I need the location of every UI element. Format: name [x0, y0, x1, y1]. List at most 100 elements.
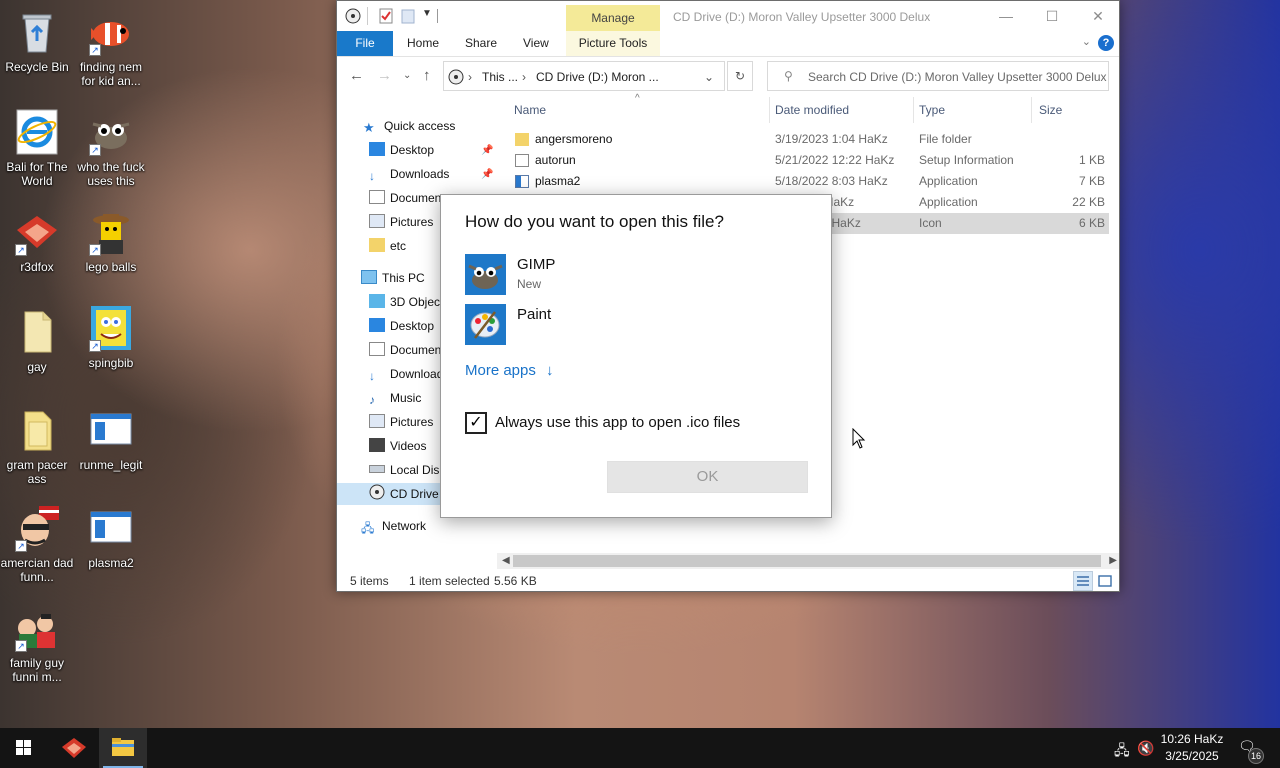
- refresh-button[interactable]: ↻: [727, 61, 753, 91]
- desktop-icon-gram-pacer[interactable]: gram pacer ass: [0, 406, 74, 486]
- horizontal-scrollbar[interactable]: ◀ ▶: [497, 553, 1119, 569]
- nav-pc-videos[interactable]: Videos: [369, 435, 426, 457]
- separator: [367, 7, 368, 25]
- up-arrow-icon[interactable]: ↑: [423, 67, 431, 84]
- nav-label: Videos: [390, 439, 427, 453]
- file-row-autorun[interactable]: autorun 5/21/2022 12:22 HaKz Setup Infor…: [505, 150, 1109, 171]
- notification-count-badge: 16: [1248, 748, 1264, 764]
- nav-pc-local-disk[interactable]: Local Disk: [369, 459, 445, 481]
- desktop-icon-gay[interactable]: gay: [0, 308, 74, 374]
- taskbar-r3dfox[interactable]: [50, 728, 98, 768]
- nav-pc-pictures[interactable]: Pictures: [369, 411, 433, 433]
- column-header-type[interactable]: Type: [919, 103, 945, 117]
- system-clock[interactable]: 10:26 HaKz 3/25/2025: [1160, 731, 1224, 765]
- expand-ribbon-chevron-icon[interactable]: ⌄: [1082, 35, 1091, 48]
- scroll-left-arrow-icon[interactable]: ◀: [502, 553, 510, 569]
- nav-pc-desktop[interactable]: Desktop: [369, 315, 434, 337]
- nav-qa-etc[interactable]: etc: [369, 235, 406, 257]
- folder-icon: [369, 238, 385, 252]
- tab-picture-tools[interactable]: Picture Tools: [566, 31, 660, 56]
- tab-home[interactable]: Home: [397, 31, 449, 56]
- minimize-button[interactable]: —: [983, 1, 1029, 31]
- volume-muted-icon[interactable]: 🔇: [1137, 740, 1154, 757]
- tab-file[interactable]: File: [337, 31, 393, 56]
- always-use-checkbox[interactable]: ✓: [465, 412, 487, 434]
- address-dropdown-chevron-icon[interactable]: ⌄: [704, 70, 714, 84]
- cd-drive-icon: [369, 484, 385, 500]
- app-option-paint[interactable]: Paint: [465, 304, 805, 346]
- nav-pc-downloads[interactable]: ↓ Download: [369, 363, 443, 385]
- nav-qa-pictures[interactable]: Pictures: [369, 211, 433, 233]
- scroll-right-arrow-icon[interactable]: ▶: [1109, 553, 1117, 569]
- desktop-icon-who-uses-this[interactable]: ↗ who the fuck uses this: [74, 108, 148, 188]
- desktop-icon-family-guy[interactable]: ↗ family guy funni m...: [0, 604, 74, 684]
- dialog-title: How do you want to open this file?: [465, 212, 724, 231]
- properties-icon[interactable]: [378, 8, 394, 24]
- desktop-icon-finding-nem[interactable]: ↗ finding nem for kid an...: [74, 8, 148, 88]
- file-row-plasma2[interactable]: plasma2 5/18/2022 8:03 HaKz Application …: [505, 171, 1109, 192]
- application-icon: [515, 175, 529, 188]
- desktop-icon-bali[interactable]: Bali for The World: [0, 108, 74, 188]
- new-folder-icon[interactable]: [400, 8, 416, 24]
- cube-icon: [369, 294, 385, 308]
- desktop-icon-lego-balls[interactable]: ↗ lego balls: [74, 208, 148, 274]
- nav-network[interactable]: 🖧 Network: [361, 515, 426, 537]
- column-header-name[interactable]: Name: [514, 103, 546, 117]
- file-name: plasma2: [535, 174, 581, 188]
- recent-locations-chevron-icon[interactable]: ⌄: [403, 70, 411, 81]
- tab-view[interactable]: View: [513, 31, 559, 56]
- taskbar-file-explorer[interactable]: [99, 728, 147, 768]
- desktop-icon-runme-legit[interactable]: runme_legit: [74, 406, 148, 472]
- large-icons-view-button[interactable]: [1095, 571, 1115, 591]
- more-apps-label: More apps: [465, 362, 536, 379]
- navigation-bar: ← → ⌄ ↑ › This ... › CD Drive (D:) Moron…: [337, 57, 1119, 95]
- column-divider: [913, 97, 914, 123]
- nav-qa-desktop[interactable]: Desktop: [369, 139, 493, 161]
- nav-quick-access[interactable]: ★ Quick access: [363, 115, 455, 137]
- manage-tab[interactable]: Manage: [566, 5, 660, 31]
- search-input[interactable]: ⚲ Search CD Drive (D:) Moron Valley Upse…: [767, 61, 1109, 91]
- nav-pc-music[interactable]: ♪ Music: [369, 387, 421, 409]
- nav-3d-objects[interactable]: 3D Object: [369, 291, 443, 313]
- status-bar: 5 items 1 item selected 5.56 KB: [337, 571, 1119, 591]
- details-view-button[interactable]: [1073, 571, 1093, 591]
- desktop-icon: [369, 318, 385, 332]
- network-icon: 🖧: [361, 521, 375, 535]
- column-header-date[interactable]: Date modified: [775, 103, 849, 117]
- internet-explorer-icon: [13, 108, 61, 156]
- tab-share[interactable]: Share: [455, 31, 507, 56]
- item-count: 5 items: [350, 574, 389, 588]
- column-header-size[interactable]: Size: [1039, 103, 1062, 117]
- forward-arrow-icon[interactable]: →: [377, 67, 392, 84]
- desktop-icon-r3dfox[interactable]: ↗ r3dfox: [0, 208, 74, 274]
- desktop-icon-recycle-bin[interactable]: Recycle Bin: [0, 8, 74, 74]
- customize-qat-chevron-icon[interactable]: ▼: [422, 8, 432, 19]
- desktop-icon-spingbib[interactable]: ↗ spingbib: [74, 304, 148, 370]
- breadcrumb-this-pc[interactable]: This ...: [482, 70, 518, 84]
- more-apps-link[interactable]: More apps ↓: [465, 362, 554, 379]
- help-icon[interactable]: ?: [1098, 35, 1114, 51]
- desktop-icon-amercian-dad[interactable]: ↗ amercian dad funn...: [0, 504, 74, 584]
- maximize-button[interactable]: ☐: [1029, 1, 1075, 31]
- nav-label: Documen: [390, 343, 442, 357]
- scrollbar-thumb[interactable]: [513, 555, 1101, 567]
- nav-pc-documents[interactable]: Documen: [369, 339, 441, 361]
- desktop-icon-plasma2[interactable]: plasma2: [74, 504, 148, 570]
- clownfish-icon: ↗: [87, 8, 135, 56]
- nav-this-pc[interactable]: This PC: [361, 267, 425, 289]
- close-button[interactable]: ✕: [1075, 1, 1121, 31]
- file-row-angersmoreno[interactable]: angersmoreno 3/19/2023 1:04 HaKz File fo…: [505, 129, 1109, 150]
- folder-file-icon: [13, 406, 61, 454]
- back-arrow-icon[interactable]: ←: [349, 67, 364, 84]
- nav-qa-documents[interactable]: Documen: [369, 187, 441, 209]
- folder-icon: [515, 133, 529, 146]
- app-option-gimp[interactable]: GIMP New: [465, 254, 805, 296]
- breadcrumb-cd-drive[interactable]: CD Drive (D:) Moron ...: [536, 70, 659, 84]
- network-icon[interactable]: 🖧: [1114, 740, 1130, 764]
- address-bar[interactable]: › This ... › CD Drive (D:) Moron ... ⌄: [443, 61, 725, 91]
- cd-drive-icon: [345, 8, 361, 24]
- ok-button[interactable]: OK: [607, 461, 808, 493]
- file-type: Setup Information: [919, 153, 1014, 167]
- start-button[interactable]: [0, 728, 48, 768]
- nav-qa-downloads[interactable]: ↓ Downloads: [369, 163, 493, 185]
